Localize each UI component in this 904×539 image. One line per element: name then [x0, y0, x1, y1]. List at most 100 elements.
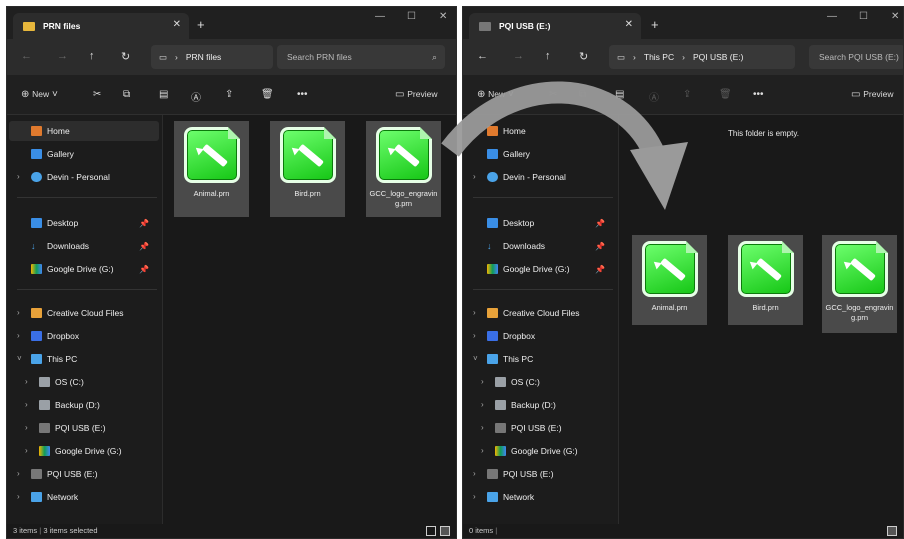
details-view-icon[interactable]: [426, 526, 436, 536]
pin-icon[interactable]: 📌: [595, 265, 605, 274]
tab-pqi-usb[interactable]: PQI USB (E:) ✕: [469, 13, 641, 39]
file-item[interactable]: Animal.prn: [174, 121, 249, 217]
close-window-button[interactable]: ✕: [439, 11, 447, 22]
sidebar-item-creative-cloud[interactable]: Creative Cloud Files: [7, 303, 124, 323]
sidebar-item-os[interactable]: OS (C:): [463, 372, 540, 392]
sidebar-item-desktop[interactable]: Desktop 📌: [463, 213, 613, 233]
sidebar-item-pqi-usb[interactable]: PQI USB (E:): [463, 418, 562, 438]
maximize-button[interactable]: ☐: [407, 11, 416, 22]
minimize-button[interactable]: —: [375, 11, 385, 22]
address-bar[interactable]: ▭ › PRN files: [151, 45, 273, 69]
sidebar-item-google-drive-pc[interactable]: Google Drive (G:): [7, 441, 122, 461]
search-input[interactable]: Search PQI USB (E:): [809, 45, 903, 69]
tiles-view-icon[interactable]: [887, 526, 897, 536]
sidebar-item-network[interactable]: Network: [463, 487, 534, 507]
sidebar-item-downloads[interactable]: ↓ Downloads 📌: [7, 236, 157, 256]
file-item[interactable]: GCC_logo_engraving.prn: [366, 121, 441, 217]
delete-icon[interactable]: 🗑: [719, 89, 732, 100]
sidebar-item-google-drive[interactable]: Google Drive (G:) 📌: [7, 259, 157, 279]
more-icon[interactable]: •••: [753, 89, 764, 100]
pin-icon[interactable]: 📌: [139, 265, 149, 274]
new-tab-button[interactable]: +: [651, 17, 659, 32]
new-button[interactable]: ⊕ New ˅: [477, 89, 514, 100]
sidebar-item-backup[interactable]: Backup (D:): [463, 395, 556, 415]
sidebar-item-home[interactable]: Home: [463, 121, 526, 141]
sidebar-item-google-drive[interactable]: Google Drive (G:) 📌: [463, 259, 613, 279]
pin-icon[interactable]: 📌: [595, 219, 605, 228]
sidebar-item-this-pc[interactable]: This PC: [463, 349, 533, 369]
cut-icon[interactable]: ✂: [93, 89, 101, 100]
sidebar-item-onedrive[interactable]: Devin - Personal: [7, 167, 110, 187]
sidebar-item-home[interactable]: Home: [9, 121, 159, 141]
minimize-button[interactable]: —: [827, 11, 837, 22]
sidebar-item-desktop[interactable]: Desktop 📌: [7, 213, 157, 233]
search-placeholder: Search PQI USB (E:): [819, 52, 899, 62]
breadcrumb-pqi-usb[interactable]: PQI USB (E:): [693, 52, 744, 62]
cut-icon[interactable]: ✂: [549, 89, 557, 100]
share-icon[interactable]: ⇪: [683, 89, 691, 100]
new-tab-button[interactable]: +: [197, 17, 205, 32]
share-icon[interactable]: ⇪: [225, 89, 233, 100]
file-item[interactable]: Bird.prn: [270, 121, 345, 217]
breadcrumb-this-pc[interactable]: This PC: [644, 52, 674, 62]
delete-icon[interactable]: 🗑: [261, 89, 274, 100]
tiles-view-icon[interactable]: [440, 526, 450, 536]
rename-icon[interactable]: Ⓐ: [649, 89, 659, 104]
sidebar-item-dropbox[interactable]: Dropbox: [7, 326, 79, 346]
file-item-dragged[interactable]: Animal.prn: [632, 235, 707, 325]
sidebar-item-onedrive[interactable]: Devin - Personal: [463, 167, 566, 187]
sidebar-item-pqi-usb-root[interactable]: PQI USB (E:): [7, 464, 98, 484]
selection-count: 3 items selected: [43, 526, 98, 535]
usb-drive-icon: [31, 469, 42, 479]
sidebar-item-backup[interactable]: Backup (D:): [7, 395, 100, 415]
status-bar: 0 items |: [463, 524, 903, 538]
copy-icon[interactable]: ⧉: [579, 89, 586, 100]
rename-icon[interactable]: Ⓐ: [191, 89, 201, 104]
sidebar-item-this-pc[interactable]: This PC: [7, 349, 77, 369]
sidebar-item-downloads[interactable]: ↓ Downloads 📌: [463, 236, 613, 256]
forward-icon[interactable]: →: [513, 50, 524, 62]
pin-icon[interactable]: 📌: [139, 219, 149, 228]
close-tab-icon[interactable]: ✕: [173, 19, 181, 30]
preview-button[interactable]: ▭ Preview: [851, 89, 893, 100]
more-icon[interactable]: •••: [297, 89, 308, 100]
sidebar-item-network[interactable]: Network: [7, 487, 78, 507]
address-bar[interactable]: ▭ › This PC › PQI USB (E:): [609, 45, 795, 69]
close-window-button[interactable]: ✕: [891, 11, 899, 22]
copy-icon[interactable]: ⧉: [123, 89, 130, 100]
sidebar-item-dropbox[interactable]: Dropbox: [463, 326, 535, 346]
download-icon: ↓: [31, 241, 36, 251]
sidebar-item-gallery[interactable]: Gallery: [463, 144, 530, 164]
refresh-icon[interactable]: ↻: [121, 50, 130, 63]
back-icon[interactable]: ←: [477, 50, 488, 62]
sidebar-item-gallery[interactable]: Gallery: [7, 144, 74, 164]
chevron-right-icon: ›: [682, 52, 685, 62]
preview-button[interactable]: ▭ Preview: [395, 89, 437, 100]
paste-icon[interactable]: ▤: [615, 89, 624, 100]
paste-icon[interactable]: ▤: [159, 89, 168, 100]
sidebar-item-pqi-usb-root[interactable]: PQI USB (E:): [463, 464, 554, 484]
command-bar: ⊕ New ˅ ✂ ⧉ ▤ Ⓐ ⇪ 🗑 ••• ▭ Preview: [463, 75, 903, 115]
up-icon[interactable]: ↑: [89, 50, 95, 62]
title-bar: PRN files ✕ + — ☐ ✕: [7, 7, 456, 39]
back-icon[interactable]: ←: [21, 50, 32, 62]
file-item-dragged[interactable]: Bird.prn: [728, 235, 803, 325]
prn-file-icon: [375, 127, 432, 183]
sidebar-item-google-drive-pc[interactable]: Google Drive (G:): [463, 441, 578, 461]
pin-icon[interactable]: 📌: [595, 242, 605, 251]
close-tab-icon[interactable]: ✕: [625, 19, 633, 30]
tab-prn-files[interactable]: PRN files ✕: [13, 13, 189, 39]
breadcrumb-prn-files[interactable]: PRN files: [186, 52, 221, 62]
sidebar-item-pqi-usb[interactable]: PQI USB (E:): [7, 418, 106, 438]
file-item-dragged[interactable]: GCC_logo_engraving.prn: [822, 235, 897, 333]
new-button[interactable]: ⊕ New ˅: [21, 89, 58, 100]
divider: [473, 197, 613, 198]
forward-icon[interactable]: →: [57, 50, 68, 62]
maximize-button[interactable]: ☐: [859, 11, 868, 22]
up-icon[interactable]: ↑: [545, 50, 551, 62]
refresh-icon[interactable]: ↻: [579, 50, 588, 63]
sidebar-item-creative-cloud[interactable]: Creative Cloud Files: [463, 303, 580, 323]
sidebar-item-os[interactable]: OS (C:): [7, 372, 84, 392]
search-input[interactable]: Search PRN files ⌕: [277, 45, 445, 69]
pin-icon[interactable]: 📌: [139, 242, 149, 251]
